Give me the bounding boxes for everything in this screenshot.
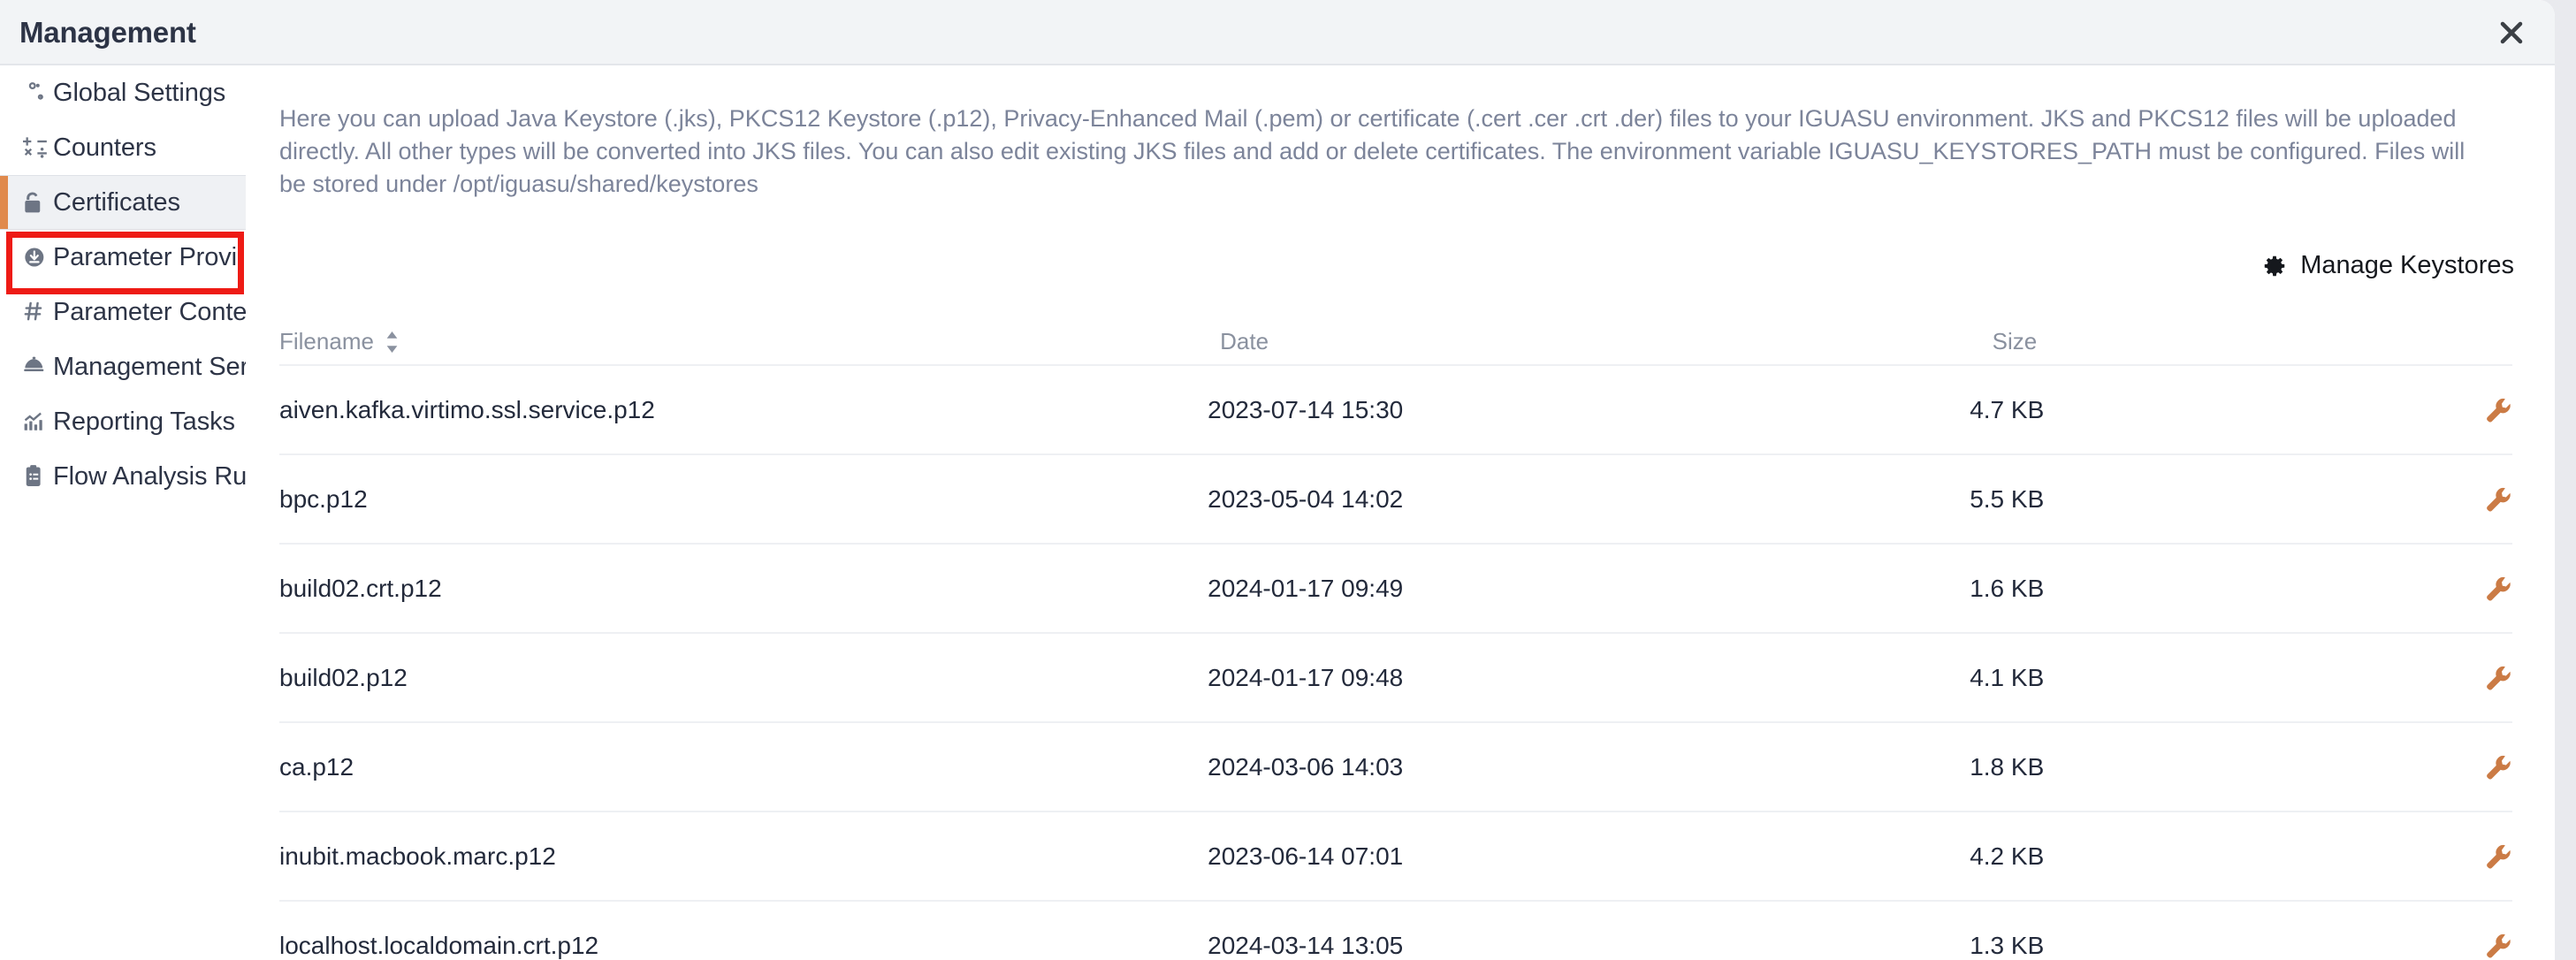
cell-size: 4.2 KB xyxy=(1970,842,2045,870)
cell-size: 4.1 KB xyxy=(1970,663,2045,691)
cell-date: 2023-07-14 15:30 xyxy=(1208,395,1404,423)
sidebar-item-certificates[interactable]: Certificates xyxy=(0,175,246,230)
sidebar-item-label: Flow Analysis Ru xyxy=(53,461,246,491)
cell-filename: build02.p12 xyxy=(279,663,408,691)
cell-size: 1.3 KB xyxy=(1970,931,2045,959)
manage-keystores-label: Manage Keystores xyxy=(2300,251,2514,279)
sidebar-item-label: Parameter Conte xyxy=(53,297,246,326)
cell-date: 2024-03-06 14:03 xyxy=(1208,752,1404,781)
gears-icon xyxy=(23,80,53,105)
sidebar-item-label: Management Ser xyxy=(53,352,246,381)
sort-updown-icon[interactable] xyxy=(385,331,400,354)
cell-filename: localhost.localdomain.crt.p12 xyxy=(279,931,599,959)
table-row[interactable]: localhost.localdomain.crt.p12 2024-03-14… xyxy=(279,902,2512,960)
wrench-icon[interactable] xyxy=(2484,842,2512,871)
wrench-icon[interactable] xyxy=(2484,932,2512,960)
wrench-icon[interactable] xyxy=(2484,664,2512,692)
sidebar-item-label: Certificates xyxy=(53,187,180,217)
sidebar-item-global-settings[interactable]: Global Settings xyxy=(0,65,246,120)
description-text: Here you can upload Java Keystore (.jks)… xyxy=(279,105,2465,197)
cell-filename: aiven.kafka.virtimo.ssl.service.p12 xyxy=(279,395,655,423)
sidebar-item-counters[interactable]: Counters xyxy=(0,120,246,175)
table-row[interactable]: build02.p12 2024-01-17 09:48 4.1 KB xyxy=(279,634,2512,723)
table-header-row: Filename Date Size xyxy=(279,311,2512,366)
cell-actions xyxy=(2403,575,2512,603)
panel-body: Global Settings Counters Certificates Pa… xyxy=(0,65,2555,960)
table-row[interactable]: inubit.macbook.marc.p12 2023-06-14 07:01… xyxy=(279,812,2512,902)
wrench-icon[interactable] xyxy=(2484,485,2512,514)
gear-icon xyxy=(2261,253,2288,279)
table-body: aiven.kafka.virtimo.ssl.service.p12 2023… xyxy=(279,366,2512,960)
cell-size: 4.7 KB xyxy=(1970,395,2045,423)
wrench-icon[interactable] xyxy=(2484,575,2512,603)
cell-actions xyxy=(2403,842,2512,871)
hash-icon xyxy=(23,300,53,324)
manage-keystores-button[interactable]: Manage Keystores xyxy=(2261,251,2514,280)
column-header-filename[interactable]: Filename xyxy=(279,328,1220,355)
column-header-date[interactable]: Date xyxy=(1220,328,1993,355)
cell-size: 5.5 KB xyxy=(1970,484,2045,513)
clipboard-icon xyxy=(23,464,53,489)
sidebar-item-label: Parameter Provi xyxy=(53,242,238,271)
cell-actions xyxy=(2403,753,2512,781)
wrench-icon[interactable] xyxy=(2484,753,2512,781)
operators-icon xyxy=(23,135,53,160)
cell-date: 2023-06-14 07:01 xyxy=(1208,842,1404,870)
cell-size: 1.8 KB xyxy=(1970,752,2045,781)
cell-date: 2024-01-17 09:48 xyxy=(1208,663,1404,691)
cell-filename: bpc.p12 xyxy=(279,484,368,513)
cell-date: 2023-05-04 14:02 xyxy=(1208,484,1404,513)
cell-filename: ca.p12 xyxy=(279,752,354,781)
main-content: Here you can upload Java Keystore (.jks)… xyxy=(246,65,2555,960)
close-button[interactable] xyxy=(2491,12,2532,53)
table-row[interactable]: bpc.p12 2023-05-04 14:02 5.5 KB xyxy=(279,455,2512,545)
certificates-table: Filename Date Size aiven.kafka.virtimo.s… xyxy=(279,311,2512,960)
cell-actions xyxy=(2403,932,2512,960)
page-title: Management xyxy=(19,16,196,49)
bell-icon xyxy=(23,354,53,379)
table-row[interactable]: aiven.kafka.virtimo.ssl.service.p12 2023… xyxy=(279,366,2512,455)
sidebar-item-label: Reporting Tasks xyxy=(53,407,235,436)
unlock-icon xyxy=(23,190,53,215)
table-row[interactable]: build02.crt.p12 2024-01-17 09:49 1.6 KB xyxy=(279,545,2512,634)
sidebar-item-parameter-contexts[interactable]: Parameter Conte xyxy=(0,285,246,339)
chart-icon xyxy=(23,409,53,434)
sidebar-item-management-services[interactable]: Management Ser xyxy=(0,339,246,394)
close-icon xyxy=(2500,21,2523,44)
sidebar-item-parameter-providers[interactable]: Parameter Provi xyxy=(0,230,246,285)
cell-filename: build02.crt.p12 xyxy=(279,574,442,602)
download-icon xyxy=(23,245,53,270)
cell-date: 2024-03-14 13:05 xyxy=(1208,931,1404,959)
sidebar-item-flow-analysis-rules[interactable]: Flow Analysis Ru xyxy=(0,449,246,504)
cell-date: 2024-01-17 09:49 xyxy=(1208,574,1404,602)
wrench-icon[interactable] xyxy=(2484,396,2512,424)
sidebar-item-label: Counters xyxy=(53,133,156,162)
sidebar-item-reporting-tasks[interactable]: Reporting Tasks xyxy=(0,394,246,449)
cell-actions xyxy=(2403,485,2512,514)
sidebar: Global Settings Counters Certificates Pa… xyxy=(0,65,246,960)
panel-header: Management xyxy=(0,0,2555,65)
column-header-size[interactable]: Size xyxy=(1993,328,2431,355)
column-header-filename-label: Filename xyxy=(279,328,374,354)
cell-size: 1.6 KB xyxy=(1970,574,2045,602)
table-row[interactable]: ca.p12 2024-03-06 14:03 1.8 KB xyxy=(279,723,2512,812)
management-panel: Management Global Settings Counters Cert… xyxy=(0,0,2555,960)
cell-actions xyxy=(2403,664,2512,692)
sidebar-item-label: Global Settings xyxy=(53,78,226,107)
cell-actions xyxy=(2403,396,2512,424)
cell-filename: inubit.macbook.marc.p12 xyxy=(279,842,556,870)
